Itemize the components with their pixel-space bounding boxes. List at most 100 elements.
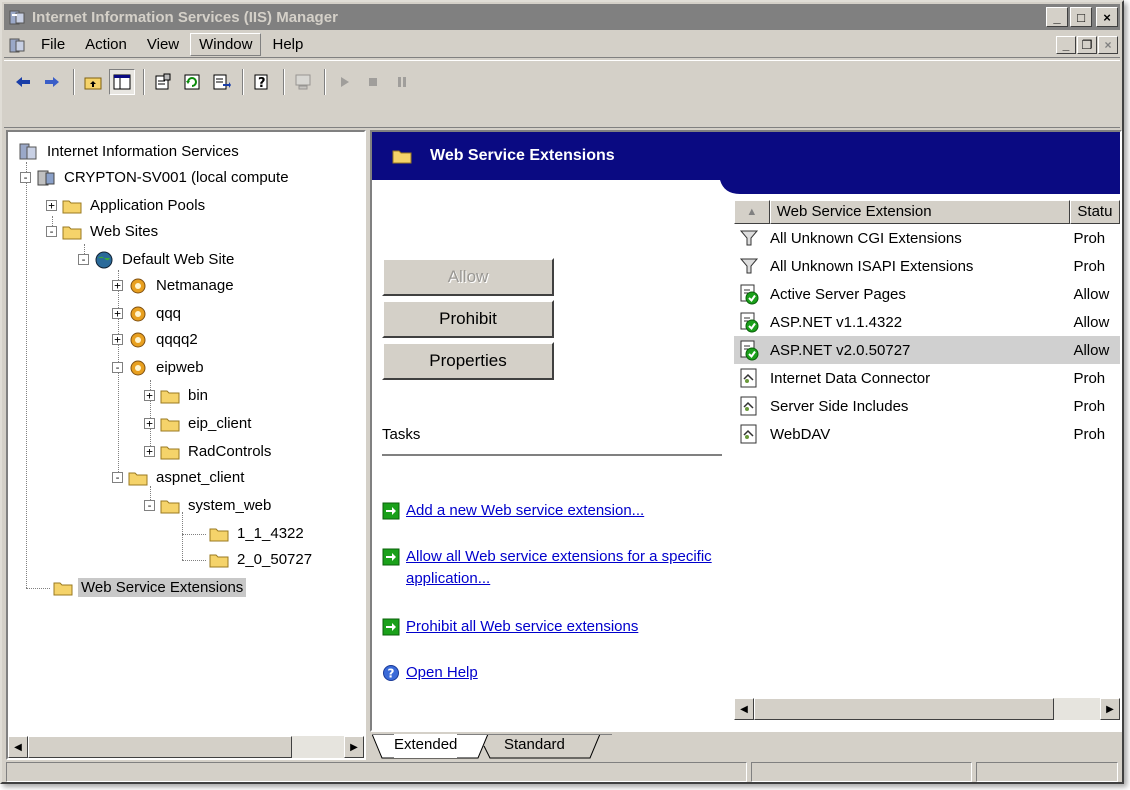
menu-view[interactable]: View: [138, 33, 188, 56]
tree-node-qqqq2[interactable]: + qqqq2: [112, 326, 201, 353]
list-item[interactable]: Internet Data Connector Proh: [734, 364, 1120, 392]
pause-button[interactable]: [389, 69, 415, 95]
iis-server-icon: [19, 143, 37, 159]
expand-icon[interactable]: +: [112, 308, 123, 319]
tree-node-system-web[interactable]: - system_web: [144, 492, 274, 519]
collapse-icon[interactable]: -: [78, 254, 89, 265]
tab-extended[interactable]: Extended: [394, 734, 458, 758]
allowed-extension-icon: [740, 340, 759, 361]
properties-toolbar-button[interactable]: [150, 69, 176, 95]
list-item[interactable]: All Unknown CGI Extensions Proh: [734, 224, 1120, 252]
back-button[interactable]: [10, 69, 36, 95]
list-item[interactable]: ASP.NET v1.1.4322 Allow: [734, 308, 1120, 336]
scroll-left-button[interactable]: ◀: [734, 698, 754, 720]
extension-name: Server Side Includes: [770, 397, 909, 415]
connect-button[interactable]: [290, 69, 316, 95]
title-bar[interactable]: Internet Information Services (IIS) Mana…: [4, 4, 1120, 30]
tree-node-web-sites[interactable]: - Web Sites: [46, 218, 161, 245]
maximize-icon: □: [1077, 9, 1085, 25]
task-allow-all-link[interactable]: Allow all Web service extensions for a s…: [382, 546, 722, 590]
list-item[interactable]: Active Server Pages Allow: [734, 280, 1120, 308]
column-header-status[interactable]: Statu: [1070, 200, 1120, 224]
forward-button[interactable]: [39, 69, 65, 95]
play-icon: [341, 77, 349, 87]
tree-node-qqq[interactable]: + qqq: [112, 300, 184, 327]
export-list-button[interactable]: [208, 69, 234, 95]
up-one-level-button[interactable]: [80, 69, 106, 95]
expand-icon[interactable]: +: [112, 334, 123, 345]
mdi-minimize-button[interactable]: _: [1056, 35, 1076, 54]
scroll-right-button[interactable]: ▶: [1100, 698, 1120, 720]
help-toolbar-button[interactable]: ?: [249, 69, 275, 95]
scroll-left-button[interactable]: ◀: [8, 736, 28, 758]
allow-button[interactable]: Allow: [382, 258, 554, 296]
collapse-icon[interactable]: -: [144, 500, 155, 511]
mdi-restore-button[interactable]: ❐: [1077, 35, 1097, 54]
refresh-button[interactable]: [179, 69, 205, 95]
tree-node-1-1-4322[interactable]: 1_1_4322: [208, 520, 307, 547]
expand-icon[interactable]: +: [46, 200, 57, 211]
task-add-extension-link[interactable]: Add a new Web service extension...: [382, 500, 722, 522]
tree-node-netmanage[interactable]: + Netmanage: [112, 272, 237, 299]
expand-icon[interactable]: +: [144, 390, 155, 401]
list-item[interactable]: ASP.NET v2.0.50727 Allow: [734, 336, 1120, 364]
tree-node-default-web-site[interactable]: - Default Web Site: [78, 246, 237, 273]
sort-column-header[interactable]: ▲: [734, 200, 770, 224]
minimize-button[interactable]: _: [1046, 7, 1068, 27]
task-prohibit-all-link[interactable]: Prohibit all Web service extensions: [382, 616, 722, 638]
scroll-track[interactable]: [754, 698, 1100, 720]
tree-node-bin[interactable]: + bin: [144, 382, 211, 409]
folder-icon: [209, 528, 229, 541]
computer-icon: [295, 74, 311, 90]
folder-icon: [392, 150, 412, 164]
list-item[interactable]: WebDAV Proh: [734, 420, 1120, 448]
close-icon: ×: [1103, 9, 1111, 25]
scroll-thumb[interactable]: [28, 736, 292, 758]
stop-button[interactable]: [360, 69, 386, 95]
menu-window[interactable]: Window: [190, 33, 262, 56]
tree-node-eipweb[interactable]: - eipweb: [112, 354, 207, 381]
tree-node-application-pools[interactable]: + Application Pools: [46, 192, 208, 219]
collapse-icon[interactable]: -: [112, 362, 123, 373]
close-button[interactable]: ×: [1096, 7, 1118, 27]
list-horizontal-scrollbar[interactable]: ◀ ▶: [734, 698, 1120, 720]
tree-node-label: aspnet_client: [156, 469, 245, 486]
scroll-track[interactable]: [28, 736, 344, 758]
export-list-icon: [213, 74, 231, 90]
expand-icon[interactable]: +: [144, 446, 155, 457]
status-panel-2: [750, 762, 973, 782]
tree-horizontal-scrollbar[interactable]: ◀ ▶: [8, 736, 364, 758]
tree-node-web-service-extensions[interactable]: Web Service Extensions: [52, 574, 247, 601]
tab-standard[interactable]: Standard: [504, 734, 565, 758]
menu-action[interactable]: Action: [76, 33, 136, 56]
task-prohibit-all-label: Prohibit all Web service extensions: [406, 618, 639, 635]
folder-icon: [160, 500, 180, 513]
menu-file[interactable]: File: [32, 33, 74, 56]
show-hide-tree-button[interactable]: [109, 69, 135, 95]
collapse-icon[interactable]: -: [112, 472, 123, 483]
menu-help[interactable]: Help: [263, 33, 312, 56]
collapse-icon[interactable]: -: [46, 226, 57, 237]
tree-node-aspnet-client[interactable]: - aspnet_client: [112, 464, 247, 491]
mmc-document-icon[interactable]: [8, 36, 26, 54]
tree-node-eip-client[interactable]: + eip_client: [144, 410, 254, 437]
list-item[interactable]: Server Side Includes Proh: [734, 392, 1120, 420]
task-open-help-link[interactable]: ? Open Help: [382, 662, 722, 684]
collapse-icon[interactable]: -: [20, 172, 31, 183]
tree-node-2-0-50727[interactable]: 2_0_50727: [208, 546, 315, 573]
expand-icon[interactable]: +: [144, 418, 155, 429]
tree-node-server[interactable]: - CRYPTON-SV001 (local compute: [20, 164, 292, 191]
maximize-button[interactable]: □: [1070, 7, 1092, 27]
tree-node-radcontrols[interactable]: + RadControls: [144, 438, 274, 465]
forward-arrow-icon: [45, 77, 59, 87]
properties-button[interactable]: Properties: [382, 342, 554, 380]
mdi-close-button[interactable]: ×: [1098, 35, 1118, 54]
column-header-extension[interactable]: Web Service Extension: [769, 200, 1071, 224]
list-item[interactable]: All Unknown ISAPI Extensions Proh: [734, 252, 1120, 280]
scroll-right-button[interactable]: ▶: [344, 736, 364, 758]
start-button[interactable]: [331, 69, 357, 95]
expand-icon[interactable]: +: [112, 280, 123, 291]
prohibit-button[interactable]: Prohibit: [382, 300, 554, 338]
tree-node-iis-root[interactable]: Internet Information Services: [18, 138, 242, 165]
scroll-thumb[interactable]: [754, 698, 1054, 720]
